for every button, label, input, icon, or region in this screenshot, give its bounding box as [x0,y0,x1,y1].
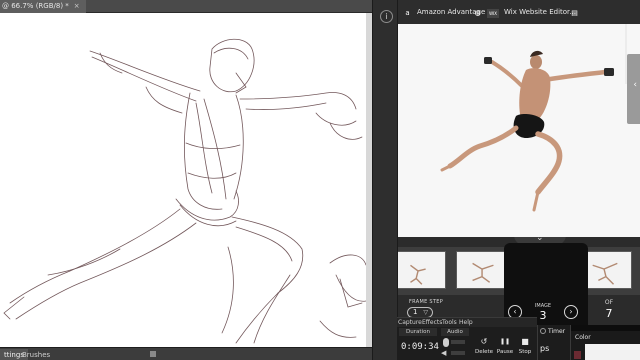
total-images: 7 [605,307,613,320]
sketch-stroke [185,142,241,149]
audio-header: Audio [441,328,469,336]
tab-brushes[interactable]: Brushes [18,349,54,360]
close-icon[interactable]: × [74,0,80,13]
timer-panel: Timer ps [537,325,570,360]
sketch-stroke [221,246,234,334]
undo-icon: ↺ [480,337,488,346]
sketch-stroke [187,172,237,179]
document-tab-bar: @ 66.7% (RGB/8) * × [0,0,372,13]
sketch-stroke [235,292,279,344]
of-label: OF [604,299,614,306]
sketch-stroke [329,254,366,266]
sketch-stroke [235,226,293,262]
sketch-head [209,38,255,93]
menu-tools[interactable]: Tools [442,318,457,327]
sketch-leg-back [9,208,181,304]
sketch-stroke [145,86,183,114]
recorder-menu-bar: Capture Effects Tools Help [397,318,537,327]
frame-step-label: FRAME STEP [409,299,444,305]
sketch-torso [183,92,223,210]
stop-icon: ■ [521,337,529,346]
sketch-stroke [245,102,327,110]
mic-level-meter [451,340,465,344]
chevron-down-icon: ▽ [423,309,428,316]
color-panel: Color [570,325,640,360]
microphone-icon[interactable] [443,338,449,347]
document-tab[interactable]: @ 66.7% (RGB/8) * × [0,0,86,13]
next-image-button[interactable]: › [564,305,578,319]
frame-step-value: 1 [413,308,418,316]
sketch-stroke [335,274,366,302]
screen-recorder: Capture Effects Tools Help Duration Audi… [397,317,537,360]
leaping-figure-photo [440,24,627,212]
color-label: Color [575,334,591,341]
chevron-left-icon[interactable]: ‹ [633,80,637,90]
sketch-stroke [213,47,249,60]
wix-icon: WIX [487,9,499,18]
timer-icon [540,328,546,334]
bookmark-label: Wix Website Editor... [504,8,576,16]
document-tab-title: @ 66.7% (RGB/8) * [2,2,69,10]
screen: @ 66.7% (RGB/8) * × ttings Brushes i a A… [0,0,640,360]
pause-button[interactable]: ❚❚ Pause [495,336,515,360]
sketch-stroke [315,112,357,126]
sketch-leg-front [231,216,304,294]
menu-capture[interactable]: Capture [398,318,422,327]
reference-photo: ‹ [398,24,640,237]
sketch-stroke [253,274,291,344]
duration-header: Duration [399,328,437,336]
bookmark-wix-editor[interactable]: WIX Wix Website Editor... [487,6,576,18]
delete-button[interactable]: ↺ Delete [474,336,494,360]
amazon-icon: a [405,9,410,17]
side-toolbar: i [372,0,398,360]
browser-window: a Amazon Advantage ◍ WIX Wix Website Edito… [398,0,640,237]
panel-header-strip [571,325,640,331]
page-icon: ▤ [571,9,578,17]
bottom-panel-tabs: ttings Brushes [0,347,372,360]
delete-label: Delete [474,349,494,355]
bookmarks-bar: a Amazon Advantage ◍ WIX Wix Website Edito… [398,0,640,24]
bookmark-globe[interactable]: ◍ [473,6,487,18]
timer-label: Timer [548,328,566,335]
pause-label: Pause [496,349,514,355]
bookmark-page[interactable]: ▤ [570,6,584,18]
sketch-stroke [91,56,197,102]
painting-app: @ 66.7% (RGB/8) * × ttings Brushes [0,0,372,360]
sketch-stroke [329,122,363,140]
duration-value: 0:09:34 [401,342,439,352]
sketch-stroke [233,94,244,200]
system-audio-meter [451,351,465,355]
foreground-color-swatch[interactable] [574,351,581,359]
timer-value: ps [540,344,550,353]
globe-icon: ◍ [474,9,481,17]
speaker-icon[interactable]: ◀ [441,349,449,357]
info-button[interactable]: i [380,10,393,23]
thumbnail-1[interactable] [398,251,446,289]
sketch-stroke [15,222,197,320]
sketch-stroke [339,278,363,308]
stop-button[interactable]: ■ Stop [515,336,535,360]
color-picker-area[interactable] [585,344,640,360]
stop-label: Stop [518,349,532,355]
panel-grip-icon[interactable] [150,351,156,357]
sketch-arm-left [89,50,201,92]
menu-help[interactable]: Help [459,318,473,327]
pause-icon: ❚❚ [499,338,511,345]
sketch-hips [175,190,239,221]
menu-effects[interactable]: Effects [422,318,442,327]
drawing-canvas[interactable] [0,13,366,348]
thumbnail-2[interactable] [456,251,510,289]
sketch-arm-right [239,92,357,110]
sketch-stroke [319,320,357,338]
gesture-sketch [3,38,366,344]
